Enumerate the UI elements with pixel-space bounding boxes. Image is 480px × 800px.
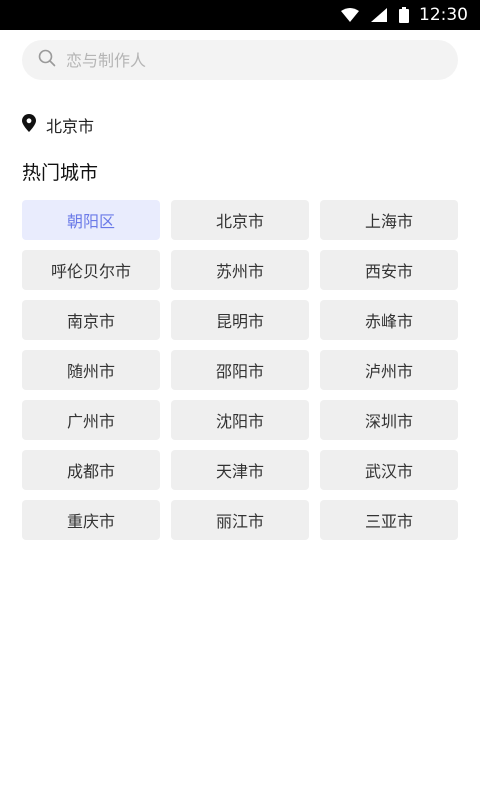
hot-cities-grid: 朝阳区 北京市 上海市 呼伦贝尔市 苏州市 西安市 南京市 昆明市 赤峰市 随州… <box>22 200 459 540</box>
city-button-shenyang[interactable]: 沈阳市 <box>171 400 309 440</box>
city-button-luzhou[interactable]: 泸州市 <box>320 350 458 390</box>
search-bar[interactable] <box>22 40 458 80</box>
city-button-chifeng[interactable]: 赤峰市 <box>320 300 458 340</box>
city-button-suizhou[interactable]: 随州市 <box>22 350 160 390</box>
status-time: 12:30 <box>419 5 468 25</box>
city-button-hulunbuir[interactable]: 呼伦贝尔市 <box>22 250 160 290</box>
search-icon <box>38 49 56 71</box>
city-button-shenzhen[interactable]: 深圳市 <box>320 400 458 440</box>
city-button-wuhan[interactable]: 武汉市 <box>320 450 458 490</box>
city-button-shaoyang[interactable]: 邵阳市 <box>171 350 309 390</box>
search-input[interactable] <box>66 50 426 70</box>
city-button-tianjin[interactable]: 天津市 <box>171 450 309 490</box>
city-button-guangzhou[interactable]: 广州市 <box>22 400 160 440</box>
city-button-shanghai[interactable]: 上海市 <box>320 200 458 240</box>
city-button-chengdu[interactable]: 成都市 <box>22 450 160 490</box>
city-button-lijiang[interactable]: 丽江市 <box>171 500 309 540</box>
signal-icon <box>371 8 387 22</box>
city-button-suzhou[interactable]: 苏州市 <box>171 250 309 290</box>
city-button-xian[interactable]: 西安市 <box>320 250 458 290</box>
status-bar: 12:30 <box>0 0 480 30</box>
city-button-chaoyang[interactable]: 朝阳区 <box>22 200 160 240</box>
city-button-chongqing[interactable]: 重庆市 <box>22 500 160 540</box>
hot-cities-title: 热门城市 <box>22 162 99 184</box>
location-pin-icon <box>22 114 36 136</box>
city-button-kunming[interactable]: 昆明市 <box>171 300 309 340</box>
city-button-beijing[interactable]: 北京市 <box>171 200 309 240</box>
current-city-label: 北京市 <box>46 117 95 136</box>
wifi-icon <box>341 8 359 22</box>
battery-icon <box>399 7 409 23</box>
city-button-sanya[interactable]: 三亚市 <box>320 500 458 540</box>
current-location[interactable]: 北京市 <box>22 112 94 138</box>
city-button-nanjing[interactable]: 南京市 <box>22 300 160 340</box>
